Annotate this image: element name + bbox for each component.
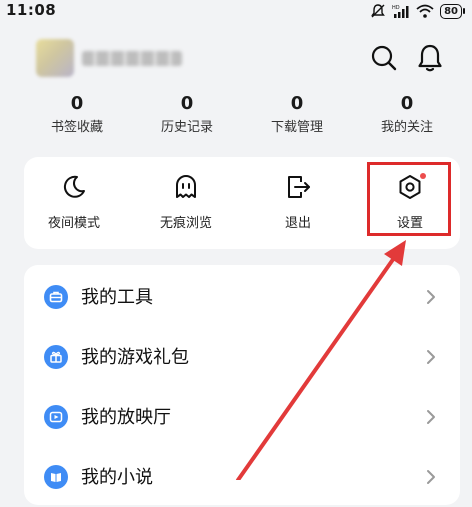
mute-icon — [371, 4, 385, 18]
stat-count: 0 — [290, 93, 304, 114]
stat-count: 0 — [180, 93, 194, 114]
status-bar: 11:08 HD 80 — [0, 0, 472, 22]
menu-item-tools[interactable]: 我的工具 — [24, 267, 460, 327]
menu-item-label: 我的游戏礼包 — [81, 347, 189, 368]
chevron-right-icon — [427, 470, 435, 484]
night-mode-button[interactable]: 夜间模式 — [24, 157, 124, 249]
game-gift-icon — [44, 345, 68, 369]
incognito-label: 无痕浏览 — [159, 216, 212, 231]
menu-item-label: 我的工具 — [81, 287, 153, 308]
search-button[interactable] — [368, 42, 400, 74]
wifi-icon — [416, 4, 434, 18]
stat-history[interactable]: 0 历史记录 — [132, 92, 242, 142]
book-icon — [44, 465, 68, 489]
stats-row: 0 书签收藏 0 历史记录 0 下载管理 0 我的关注 — [22, 92, 462, 142]
exit-icon — [288, 176, 310, 198]
svg-text:HD: HD — [392, 5, 400, 11]
logout-label: 退出 — [284, 216, 311, 231]
username-blurred[interactable] — [82, 51, 182, 66]
menu-item-game-gifts[interactable]: 我的游戏礼包 — [24, 327, 460, 387]
stat-bookmarks[interactable]: 0 书签收藏 — [22, 92, 132, 142]
menu-item-label: 我的放映厅 — [81, 407, 171, 428]
menu-item-theater[interactable]: 我的放映厅 — [24, 387, 460, 447]
stat-count: 0 — [400, 93, 414, 114]
settings-highlight-box — [367, 162, 451, 236]
chevron-right-icon — [427, 410, 435, 424]
incognito-button[interactable]: 无痕浏览 — [136, 157, 236, 249]
stat-label: 历史记录 — [160, 120, 213, 135]
stat-label: 书签收藏 — [50, 120, 103, 135]
menu-item-label: 我的小说 — [81, 467, 153, 488]
avatar[interactable] — [36, 39, 74, 77]
search-icon — [371, 45, 397, 71]
stat-label: 我的关注 — [380, 120, 433, 135]
moon-icon — [63, 175, 85, 198]
stat-label: 下载管理 — [270, 120, 323, 135]
battery-indicator: 80 — [440, 3, 465, 19]
menu-item-novels[interactable]: 我的小说 — [24, 447, 460, 507]
signal-icon: HD — [392, 5, 409, 18]
ghost-icon — [176, 175, 196, 198]
bell-icon — [418, 44, 442, 72]
toolbox-icon — [44, 285, 68, 309]
profile-header — [0, 34, 472, 86]
night-mode-label: 夜间模式 — [47, 216, 100, 231]
stat-downloads[interactable]: 0 下载管理 — [242, 92, 352, 142]
chevron-right-icon — [427, 290, 435, 304]
notification-button[interactable] — [414, 42, 446, 74]
menu-card: 我的工具 我的游戏礼包 我的放映厅 我的小说 — [24, 265, 460, 505]
stat-count: 0 — [70, 93, 84, 114]
chevron-right-icon — [427, 350, 435, 364]
logout-button[interactable]: 退出 — [248, 157, 348, 249]
status-icons: HD 80 — [370, 3, 465, 19]
status-time: 11:08 — [6, 1, 57, 19]
stat-following[interactable]: 0 我的关注 — [352, 92, 462, 142]
play-icon — [44, 405, 68, 429]
